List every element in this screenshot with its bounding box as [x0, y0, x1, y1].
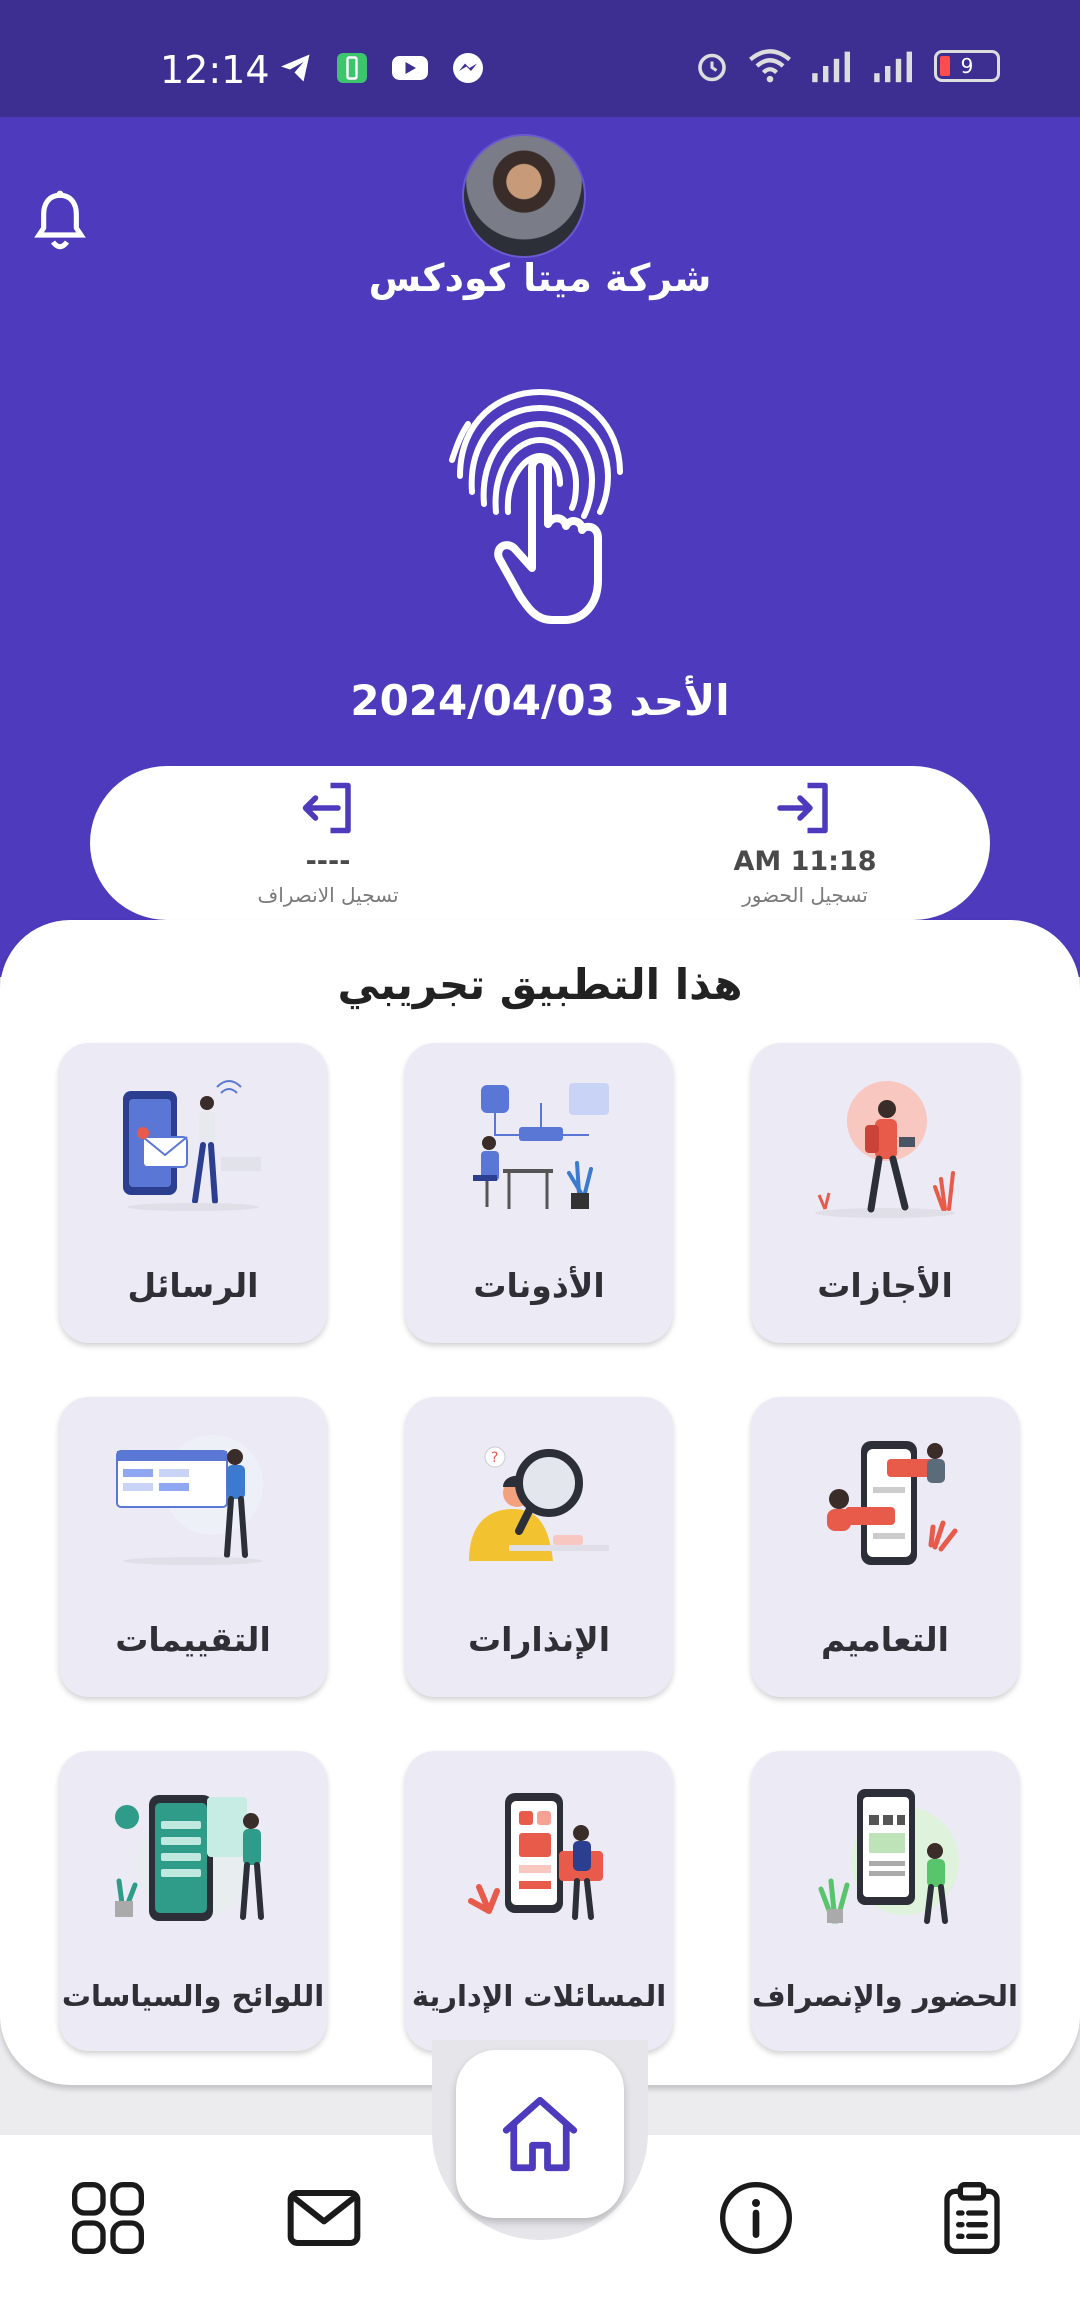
- info-icon[interactable]: [716, 2178, 796, 2258]
- attendance-illustration-icon: [818, 1789, 959, 1924]
- check-out[interactable]: ---- تسجيل الانصراف: [198, 780, 458, 907]
- home-icon: [502, 2096, 578, 2172]
- battery-icon: 9: [934, 50, 1000, 82]
- tile-label: الرسائل: [127, 1266, 259, 1305]
- system-icons: 9: [694, 48, 1000, 84]
- check-out-time: ----: [305, 846, 351, 877]
- login-icon: [777, 782, 828, 834]
- tile-label: الأذونات: [473, 1266, 605, 1305]
- logout-icon: [302, 782, 351, 834]
- messages-illustration-icon: [123, 1080, 261, 1211]
- check-in[interactable]: AM 11:18 تسجيل الحضور: [675, 780, 935, 907]
- panel-title: هذا التطبيق تجريبي: [337, 960, 743, 1009]
- battery-saver-icon: [337, 53, 367, 83]
- company-name: شركة ميتا كودكس: [368, 256, 712, 300]
- signal-icon-2: [874, 51, 912, 83]
- tile-label: التقييمات: [115, 1620, 271, 1659]
- fingerprint-icon[interactable]: [440, 380, 640, 640]
- tile-label: الحضور والإنصراف: [752, 1979, 1018, 2013]
- messenger-icon: [453, 53, 483, 83]
- clipboard-icon[interactable]: [932, 2178, 1012, 2258]
- admin-inquiries-illustration-icon: [468, 1793, 603, 1920]
- battery-level: 9: [960, 54, 974, 78]
- status-time: 12:14: [160, 48, 270, 92]
- notification-icons: [278, 50, 486, 86]
- signal-icon: [812, 51, 850, 83]
- bell-icon[interactable]: [32, 188, 88, 254]
- home-button[interactable]: [456, 2050, 624, 2218]
- tile-messages[interactable]: الرسائل: [59, 1043, 327, 1343]
- tile-admin-inquiries[interactable]: المسائلات الإدارية: [405, 1751, 673, 2051]
- grid-icon[interactable]: [68, 2178, 148, 2258]
- wifi-icon: [749, 49, 791, 83]
- main-panel: هذا التطبيق تجريبي الأجازات الأذونات الر…: [0, 920, 1080, 2085]
- tile-permissions[interactable]: الأذونات: [405, 1043, 673, 1343]
- tile-policies[interactable]: اللوائح والسياسات: [59, 1751, 327, 2051]
- check-out-label: تسجيل الانصراف: [257, 883, 399, 907]
- youtube-icon: [392, 56, 428, 80]
- tile-label: الإنذارات: [467, 1620, 611, 1659]
- tile-evaluations[interactable]: التقييمات: [59, 1397, 327, 1697]
- tile-label: المسائلات الإدارية: [411, 1979, 667, 2013]
- svg-text:?: ?: [491, 1450, 498, 1466]
- warnings-illustration-icon: ?: [469, 1446, 609, 1561]
- date: الأحد 2024/04/03: [350, 676, 730, 725]
- tile-attendance[interactable]: الحضور والإنصراف: [751, 1751, 1019, 2051]
- attendance-card: AM 11:18 تسجيل الحضور ---- تسجيل الانصرا…: [90, 766, 990, 920]
- tile-label: التعاميم: [821, 1620, 949, 1659]
- tile-circulars[interactable]: التعاميم: [751, 1397, 1019, 1697]
- tile-label: الأجازات: [817, 1266, 953, 1305]
- status-bar: 12:14 9: [0, 0, 1080, 117]
- circulars-illustration-icon: [827, 1441, 958, 1565]
- check-in-time: AM 11:18: [733, 846, 877, 877]
- tile-label: اللوائح والسياسات: [61, 1979, 325, 2013]
- vacation-illustration-icon: [815, 1081, 955, 1218]
- policies-illustration-icon: [115, 1795, 264, 1921]
- tile-vacations[interactable]: الأجازات: [751, 1043, 1019, 1343]
- evaluations-illustration-icon: [116, 1435, 263, 1565]
- permissions-illustration-icon: [473, 1083, 609, 1209]
- alarm-icon: [698, 53, 726, 82]
- check-in-label: تسجيل الحضور: [742, 883, 868, 907]
- telegram-icon: [281, 54, 310, 82]
- mail-icon[interactable]: [284, 2178, 364, 2258]
- tile-warnings[interactable]: ? الإنذارات: [405, 1397, 673, 1697]
- avatar[interactable]: [462, 134, 586, 258]
